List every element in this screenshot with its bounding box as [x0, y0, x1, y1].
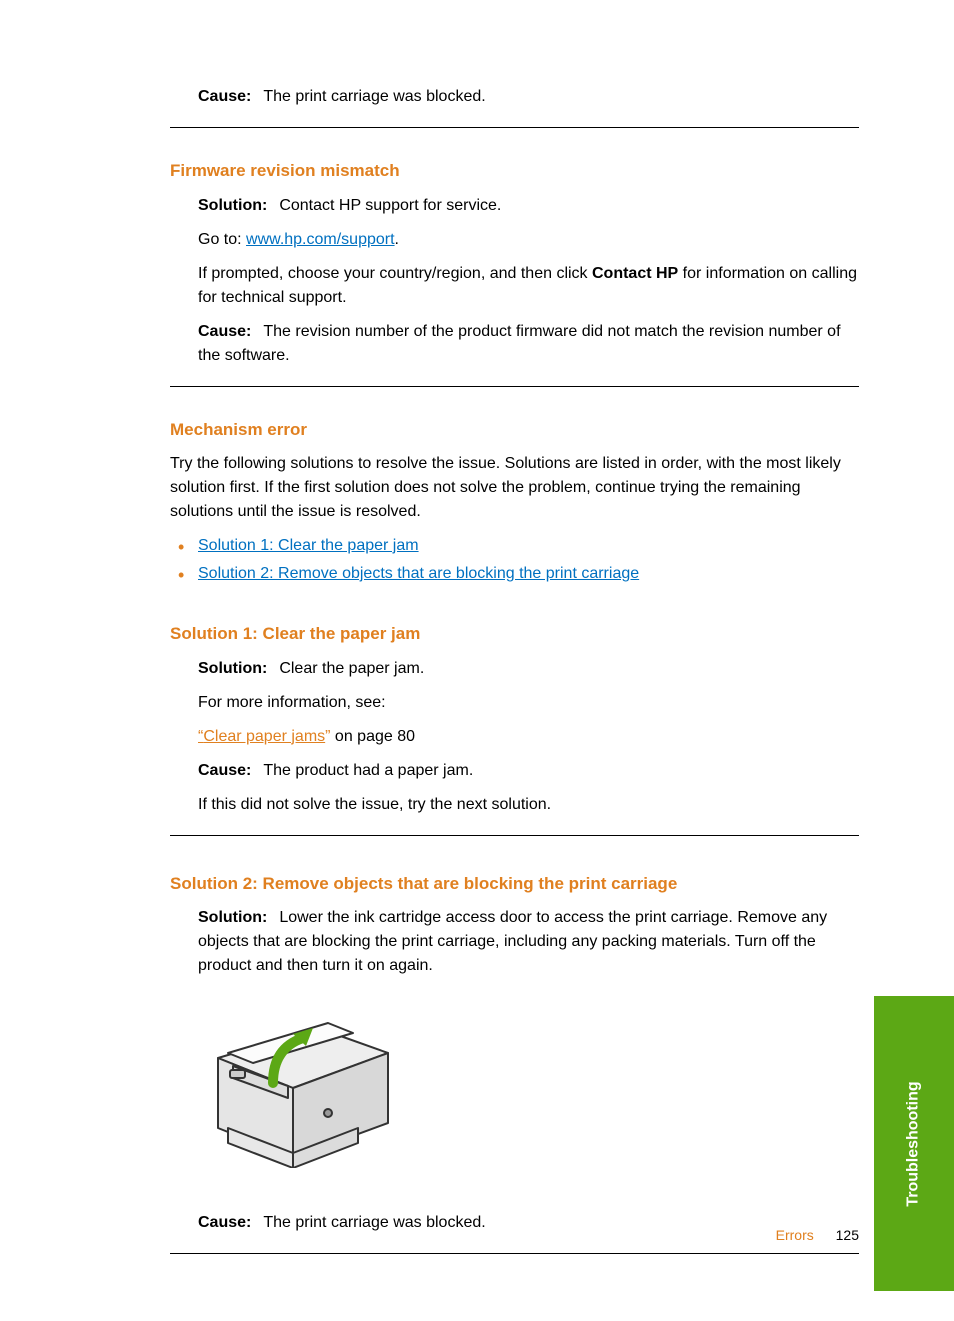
- solution2-link[interactable]: Solution 2: Remove objects that are bloc…: [198, 565, 639, 582]
- solution2-solution: Solution:Lower the ink cartridge access …: [198, 906, 859, 978]
- solution2-cause: Cause: The print carriage was blocked.: [198, 1211, 859, 1235]
- mechanism-intro: Try the following solutions to resolve t…: [170, 452, 859, 524]
- goto-prefix: Go to:: [198, 231, 246, 248]
- firmware-solution: Solution: Contact HP support for service.: [198, 194, 859, 218]
- cause-text: The print carriage was blocked.: [263, 88, 485, 105]
- firmware-heading: Firmware revision mismatch: [170, 158, 859, 184]
- prompt-prefix: If prompted, choose your country/region,…: [198, 265, 592, 282]
- support-link[interactable]: www.hp.com/support: [246, 231, 395, 248]
- mechanism-heading: Mechanism error: [170, 417, 859, 443]
- top-cause-block: Cause: The print carriage was blocked.: [170, 85, 859, 109]
- firmware-prompt: If prompted, choose your country/region,…: [198, 262, 859, 310]
- cause-text: The print carriage was blocked.: [263, 1214, 485, 1231]
- solution-text: Clear the paper jam.: [279, 660, 424, 677]
- side-tab-label: Troubleshooting: [902, 1081, 926, 1206]
- solution-label: Solution:: [198, 660, 267, 677]
- prompt-bold: Contact HP: [592, 265, 678, 282]
- solution-label: Solution:: [198, 197, 267, 214]
- cause-label: Cause:: [198, 323, 251, 340]
- divider: [170, 835, 859, 836]
- side-tab: Troubleshooting: [874, 996, 954, 1291]
- goto-suffix: .: [395, 231, 399, 248]
- link-suffix: on page 80: [330, 728, 415, 745]
- cause-text: The product had a paper jam.: [263, 762, 473, 779]
- cause-label: Cause:: [198, 88, 251, 105]
- solution2-heading: Solution 2: Remove objects that are bloc…: [170, 871, 859, 897]
- solution-text: Lower the ink cartridge access door to a…: [198, 909, 827, 974]
- list-item: Solution 1: Clear the paper jam: [170, 534, 859, 558]
- solution2-block: Solution:Lower the ink cartridge access …: [170, 906, 859, 1235]
- solution1-moreinfo: For more information, see:: [198, 691, 859, 715]
- solution1-block: Solution: Clear the paper jam. For more i…: [170, 657, 859, 817]
- firmware-goto: Go to: www.hp.com/support.: [198, 228, 859, 252]
- cause-label: Cause:: [198, 1214, 251, 1231]
- solution-links-list: Solution 1: Clear the paper jam Solution…: [170, 534, 859, 586]
- divider: [170, 386, 859, 387]
- solution1-link-para: “Clear paper jams” on page 80: [198, 725, 859, 749]
- divider: [170, 1253, 859, 1254]
- footer-page-number: 125: [836, 1227, 859, 1243]
- list-item: Solution 2: Remove objects that are bloc…: [170, 562, 859, 586]
- footer-section: Errors: [776, 1227, 814, 1243]
- solution1-link[interactable]: Solution 1: Clear the paper jam: [198, 537, 419, 554]
- cause-label: Cause:: [198, 762, 251, 779]
- printer-icon: [198, 998, 398, 1168]
- solution-label: Solution:: [198, 909, 267, 926]
- top-cause-para: Cause: The print carriage was blocked.: [198, 85, 859, 109]
- solution-text: Contact HP support for service.: [279, 197, 501, 214]
- solution1-cause: Cause: The product had a paper jam.: [198, 759, 859, 783]
- solution1-heading: Solution 1: Clear the paper jam: [170, 621, 859, 647]
- firmware-cause: Cause:The revision number of the product…: [198, 320, 859, 368]
- firmware-block: Solution: Contact HP support for service.…: [170, 194, 859, 368]
- page-content: Cause: The print carriage was blocked. Fi…: [0, 0, 954, 1314]
- solution1-solution: Solution: Clear the paper jam.: [198, 657, 859, 681]
- cause-text: The revision number of the product firmw…: [198, 323, 841, 364]
- divider: [170, 127, 859, 128]
- solution1-next: If this did not solve the issue, try the…: [198, 793, 859, 817]
- page-footer: Errors 125: [776, 1225, 859, 1246]
- printer-open-lid-illustration: [198, 998, 859, 1176]
- clear-paper-jams-link[interactable]: Clear paper jams: [203, 728, 325, 745]
